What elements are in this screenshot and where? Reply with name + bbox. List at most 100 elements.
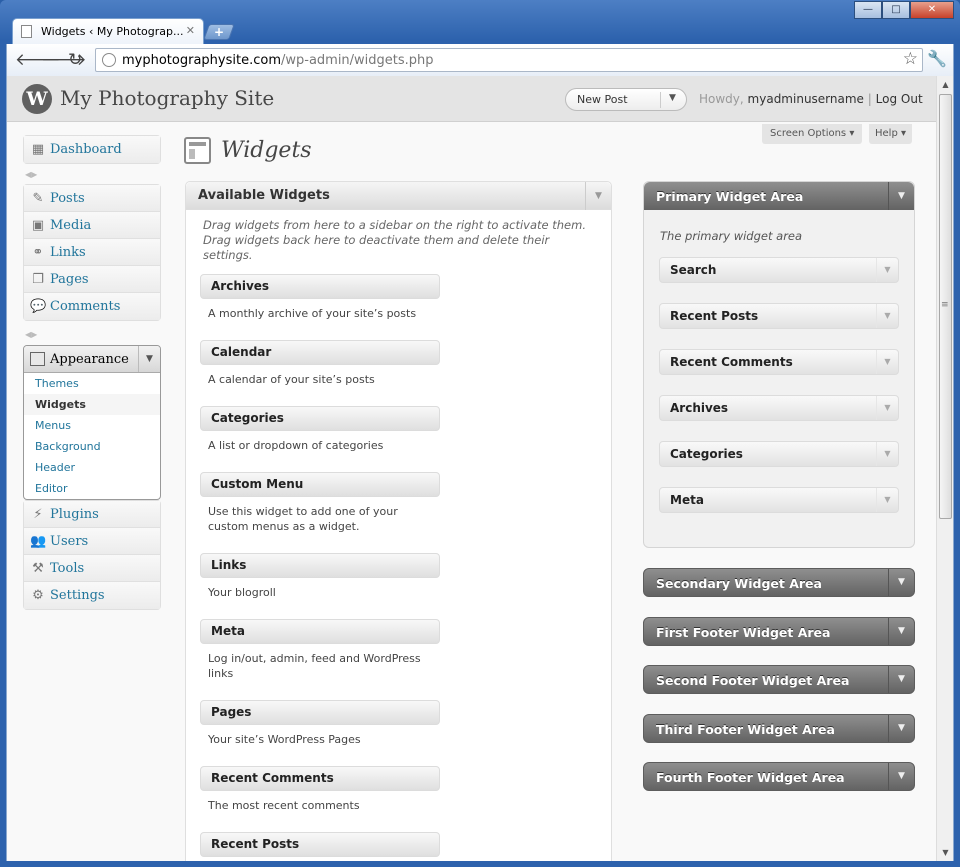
chevron-down-icon[interactable]: ▼ [876, 304, 898, 328]
widget-title[interactable]: Pages [200, 700, 440, 725]
widget-description: A monthly archive of your site’s posts [208, 307, 417, 320]
widget-links[interactable]: Links Your blogroll [200, 553, 440, 600]
primary-widget-area-header[interactable]: Primary Widget Area ▼ [644, 182, 914, 210]
username-link[interactable]: myadminusername [748, 92, 864, 106]
fourth-footer-widget-area[interactable]: Fourth Footer Widget Area ▼ [643, 762, 915, 791]
menu-separator[interactable]: ◀▶ [23, 170, 161, 180]
submenu-background[interactable]: Background [24, 436, 160, 457]
widget-title[interactable]: Categories [200, 406, 440, 431]
sidebar-widget-recent-comments[interactable]: Recent Comments ▼ [659, 349, 899, 375]
widget-title[interactable]: Custom Menu [200, 472, 440, 497]
available-widgets-header[interactable]: Available Widgets ▼ [186, 182, 611, 210]
available-widgets-description: Drag widgets from here to a sidebar on t… [203, 218, 586, 262]
sidebar-widget-recent-posts[interactable]: Recent Posts ▼ [659, 303, 899, 329]
submenu-header[interactable]: Header [24, 457, 160, 478]
grip-icon: ≡ [941, 300, 949, 310]
chevron-down-icon[interactable]: ▼ [876, 488, 898, 512]
widget-custom-menu[interactable]: Custom Menu Use this widget to add one o… [200, 472, 440, 534]
wrench-icon[interactable]: 🔧 [927, 49, 947, 68]
menu-item-label: Settings [50, 588, 105, 603]
scroll-down-arrow-icon[interactable]: ▼ [937, 844, 954, 861]
chevron-down-icon[interactable]: ▼ [876, 258, 898, 282]
site-name[interactable]: My Photography Site [60, 86, 274, 110]
address-bar[interactable]: myphotographysite.com/wp-admin/widgets.p… [95, 48, 923, 72]
menu-item-dashboard[interactable]: ▦ Dashboard [24, 136, 160, 163]
widget-recent-posts[interactable]: Recent Posts [200, 832, 440, 857]
widget-title[interactable]: Calendar [200, 340, 440, 365]
widget-calendar[interactable]: Calendar A calendar of your site’s posts [200, 340, 440, 387]
sidebar-widget-archives[interactable]: Archives ▼ [659, 395, 899, 421]
menu-item-tools[interactable]: ⚒ Tools [24, 555, 160, 582]
widget-title[interactable]: Recent Comments [200, 766, 440, 791]
close-window-button[interactable]: ✕ [910, 1, 954, 19]
url-text[interactable]: myphotographysite.com/wp-admin/widgets.p… [122, 53, 434, 68]
widget-archives[interactable]: Archives A monthly archive of your site’… [200, 274, 440, 321]
tab-title: Widgets ‹ My Photograp... [41, 25, 184, 38]
submenu-widgets[interactable]: Widgets [24, 394, 160, 415]
menu-item-plugins[interactable]: ⚡ Plugins [24, 501, 160, 528]
chevron-down-icon[interactable]: ▼ [888, 618, 914, 645]
menu-item-links[interactable]: ⚭ Links [24, 239, 160, 266]
wordpress-logo-icon[interactable]: W [22, 84, 52, 114]
menu-item-comments[interactable]: 💬 Comments [24, 293, 160, 320]
sidebar-widget-meta[interactable]: Meta ▼ [659, 487, 899, 513]
menu-item-users[interactable]: 👥 Users [24, 528, 160, 555]
menu-item-label: Plugins [50, 507, 99, 522]
chevron-down-icon[interactable]: ▼ [669, 93, 676, 103]
minimize-button[interactable]: — [854, 1, 882, 19]
new-tab-button[interactable]: + [203, 24, 235, 40]
maximize-button[interactable]: □ [882, 1, 910, 19]
widget-title[interactable]: Meta [200, 619, 440, 644]
chevron-down-icon[interactable]: ▼ [876, 350, 898, 374]
submenu-themes[interactable]: Themes [24, 373, 160, 394]
chevron-down-icon[interactable]: ▼ [876, 442, 898, 466]
screen-options-button[interactable]: Screen Options ▾ [762, 124, 863, 144]
widget-categories[interactable]: Categories A list or dropdown of categor… [200, 406, 440, 453]
sidebar-widget-categories[interactable]: Categories ▼ [659, 441, 899, 467]
chevron-down-icon[interactable]: ▼ [888, 763, 914, 790]
logout-link[interactable]: Log Out [876, 92, 923, 106]
chevron-down-icon[interactable]: ▼ [888, 666, 914, 693]
chevron-down-icon[interactable]: ▼ [888, 715, 914, 742]
howdy-text: Howdy, [699, 92, 744, 106]
new-post-dropdown[interactable]: New Post ▼ [565, 88, 687, 111]
submenu-editor[interactable]: Editor [24, 478, 160, 499]
menu-item-settings[interactable]: ⚙ Settings [24, 582, 160, 609]
primary-widget-area-title: Primary Widget Area [656, 189, 804, 204]
bookmark-star-icon[interactable]: ☆ [903, 49, 918, 69]
chevron-down-icon[interactable]: ▼ [888, 182, 914, 210]
widget-recent-comments[interactable]: Recent Comments The most recent comments [200, 766, 440, 813]
widget-description: Your blogroll [208, 586, 276, 599]
menu-item-posts[interactable]: ✎ Posts [24, 185, 160, 212]
help-button[interactable]: Help ▾ [869, 124, 913, 144]
widget-pages[interactable]: Pages Your site’s WordPress Pages [200, 700, 440, 747]
second-footer-widget-area[interactable]: Second Footer Widget Area ▼ [643, 665, 915, 694]
menu-item-label: Appearance [50, 352, 129, 367]
chevron-down-icon[interactable]: ▼ [585, 182, 611, 210]
pages-icon: ❐ [32, 272, 44, 287]
widget-title[interactable]: Links [200, 553, 440, 578]
menu-separator[interactable]: ◀▶ [23, 330, 161, 340]
reload-icon[interactable]: ↻ [68, 50, 82, 70]
first-footer-widget-area[interactable]: First Footer Widget Area ▼ [643, 617, 915, 646]
close-tab-icon[interactable]: ✕ [186, 24, 195, 37]
chevron-down-icon[interactable]: ▼ [876, 396, 898, 420]
appearance-header[interactable]: Appearance ▼ [24, 346, 160, 373]
browser-tab[interactable]: Widgets ‹ My Photograp... ✕ [12, 18, 204, 44]
menu-group-content: ✎ Posts ▣ Media ⚭ Links ❐ Pages 💬 Commen… [23, 184, 161, 321]
chevron-down-icon[interactable]: ▼ [138, 346, 160, 372]
submenu-menus[interactable]: Menus [24, 415, 160, 436]
vertical-scrollbar[interactable]: ▲ ≡ ▼ [936, 76, 954, 861]
menu-item-pages[interactable]: ❐ Pages [24, 266, 160, 293]
widget-area-title: Fourth Footer Widget Area [656, 770, 845, 785]
widget-title[interactable]: Recent Posts [200, 832, 440, 857]
chevron-down-icon[interactable]: ▼ [888, 569, 914, 596]
widget-meta[interactable]: Meta Log in/out, admin, feed and WordPre… [200, 619, 440, 681]
scroll-up-arrow-icon[interactable]: ▲ [937, 76, 954, 93]
widget-title[interactable]: Archives [200, 274, 440, 299]
sidebar-widget-search[interactable]: Search ▼ [659, 257, 899, 283]
menu-item-media[interactable]: ▣ Media [24, 212, 160, 239]
secondary-widget-area[interactable]: Secondary Widget Area ▼ [643, 568, 915, 597]
menu-item-appearance[interactable]: Appearance ▼ Themes Widgets Menus Backgr… [23, 345, 161, 500]
third-footer-widget-area[interactable]: Third Footer Widget Area ▼ [643, 714, 915, 743]
